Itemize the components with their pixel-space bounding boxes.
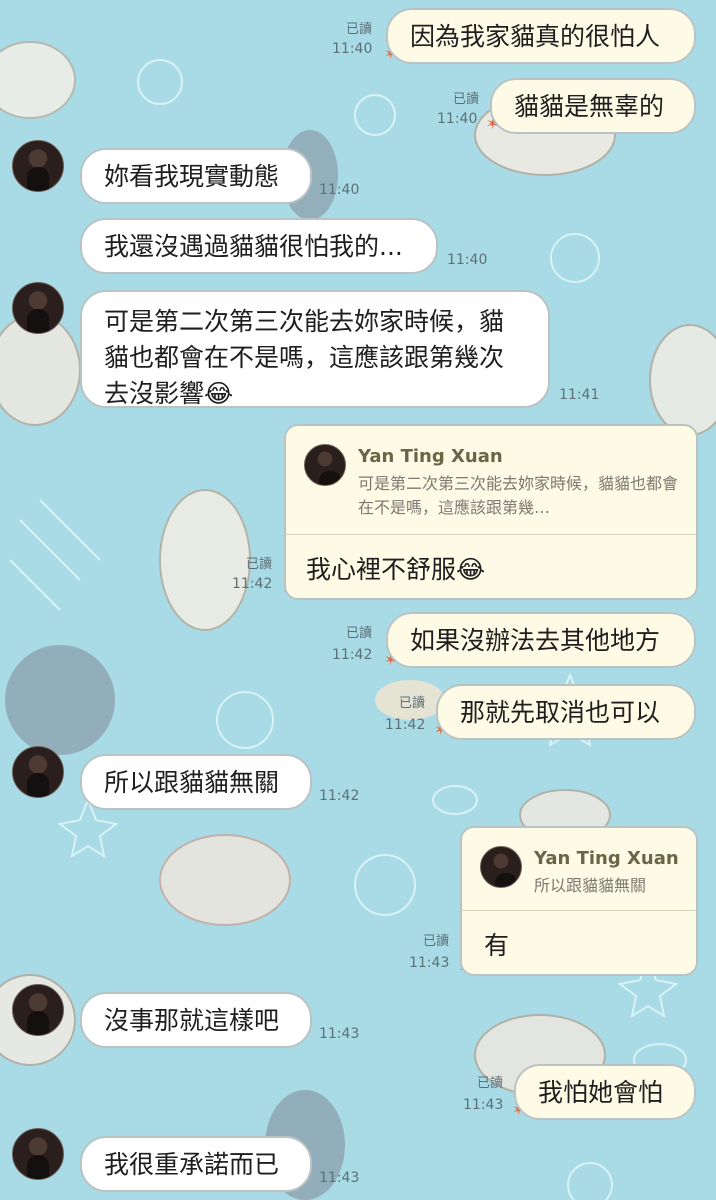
avatar[interactable] bbox=[12, 282, 64, 334]
reply-sender-name: Yan Ting Xuan bbox=[358, 446, 503, 467]
message-bubble[interactable]: 我還沒遇過貓貓很怕我的... bbox=[80, 218, 438, 274]
avatar bbox=[304, 444, 346, 486]
message-bubble[interactable]: 可是第二次第三次能去妳家時候，貓貓也都會在不是嗎，這應該跟第幾次去沒影響😂 bbox=[80, 290, 550, 408]
reply-message-bubble[interactable]: Yan Ting Xuan 所以跟貓貓無關 有 bbox=[460, 826, 698, 976]
reply-quote: 所以跟貓貓無關 bbox=[534, 876, 647, 895]
message-bubble[interactable]: 因為我家貓真的很怕人 bbox=[386, 8, 696, 64]
coral-decoration bbox=[9, 499, 101, 611]
shell-decoration bbox=[137, 59, 183, 105]
avatar[interactable] bbox=[12, 746, 64, 798]
reply-divider bbox=[462, 910, 696, 911]
read-receipt: 已讀 bbox=[245, 557, 272, 572]
avatar bbox=[480, 846, 522, 888]
shell-decoration bbox=[354, 854, 416, 916]
read-receipt: 已讀 bbox=[345, 22, 372, 37]
shark-illustration bbox=[5, 645, 115, 755]
cat-illustration bbox=[649, 324, 716, 436]
message-time: 11:43 bbox=[463, 1097, 504, 1113]
reply-divider bbox=[286, 534, 696, 535]
read-receipt: 已讀 bbox=[398, 696, 425, 711]
avatar[interactable] bbox=[12, 984, 64, 1036]
shell-decoration bbox=[354, 94, 396, 136]
read-receipt: 已讀 bbox=[476, 1076, 503, 1091]
message-bubble[interactable]: 沒事那就這樣吧 bbox=[80, 992, 312, 1048]
message-time: 11:42 bbox=[319, 788, 360, 804]
shell-decoration bbox=[567, 1162, 613, 1200]
message-time: 11:43 bbox=[409, 955, 450, 971]
message-time: 11:43 bbox=[319, 1170, 360, 1186]
message-time: 11:42 bbox=[385, 717, 426, 733]
avatar[interactable] bbox=[12, 140, 64, 192]
read-receipt: 已讀 bbox=[452, 92, 479, 107]
message-bubble[interactable]: 貓貓是無辜的 bbox=[490, 78, 696, 134]
shell-decoration bbox=[432, 785, 478, 815]
message-bubble[interactable]: 那就先取消也可以 bbox=[436, 684, 696, 740]
reply-text: 有 bbox=[484, 931, 510, 960]
message-time: 11:40 bbox=[447, 252, 488, 268]
reply-quote: 可是第二次第三次能去妳家時候，貓貓也都會在不是嗎，這應該跟第幾… bbox=[358, 474, 679, 517]
cat-illustration bbox=[159, 834, 291, 926]
message-bubble[interactable]: 所以跟貓貓無關 bbox=[80, 754, 312, 810]
shell-decoration bbox=[216, 691, 274, 749]
reply-sender-name: Yan Ting Xuan bbox=[534, 848, 679, 869]
message-bubble[interactable]: 我很重承諾而已 bbox=[80, 1136, 312, 1192]
avatar[interactable] bbox=[12, 1128, 64, 1180]
message-time: 11:40 bbox=[332, 41, 373, 57]
reply-text: 我心裡不舒服😂 bbox=[306, 555, 486, 584]
read-receipt: 已讀 bbox=[345, 626, 372, 641]
message-time: 11:41 bbox=[559, 387, 600, 403]
message-time: 11:40 bbox=[437, 111, 478, 127]
message-time: 11:40 bbox=[319, 182, 360, 198]
message-bubble[interactable]: 妳看我現實動態 bbox=[80, 148, 312, 204]
message-time: 11:42 bbox=[332, 647, 373, 663]
message-time: 11:43 bbox=[319, 1026, 360, 1042]
shell-decoration bbox=[550, 233, 600, 283]
read-receipt: 已讀 bbox=[422, 934, 449, 949]
message-bubble[interactable]: 如果沒辦法去其他地方 bbox=[386, 612, 696, 668]
cat-illustration bbox=[0, 41, 76, 119]
message-time: 11:42 bbox=[232, 576, 273, 592]
reply-message-bubble[interactable]: Yan Ting Xuan 可是第二次第三次能去妳家時候，貓貓也都會在不是嗎，這… bbox=[284, 424, 698, 600]
message-bubble[interactable]: 我怕她會怕 bbox=[514, 1064, 696, 1120]
